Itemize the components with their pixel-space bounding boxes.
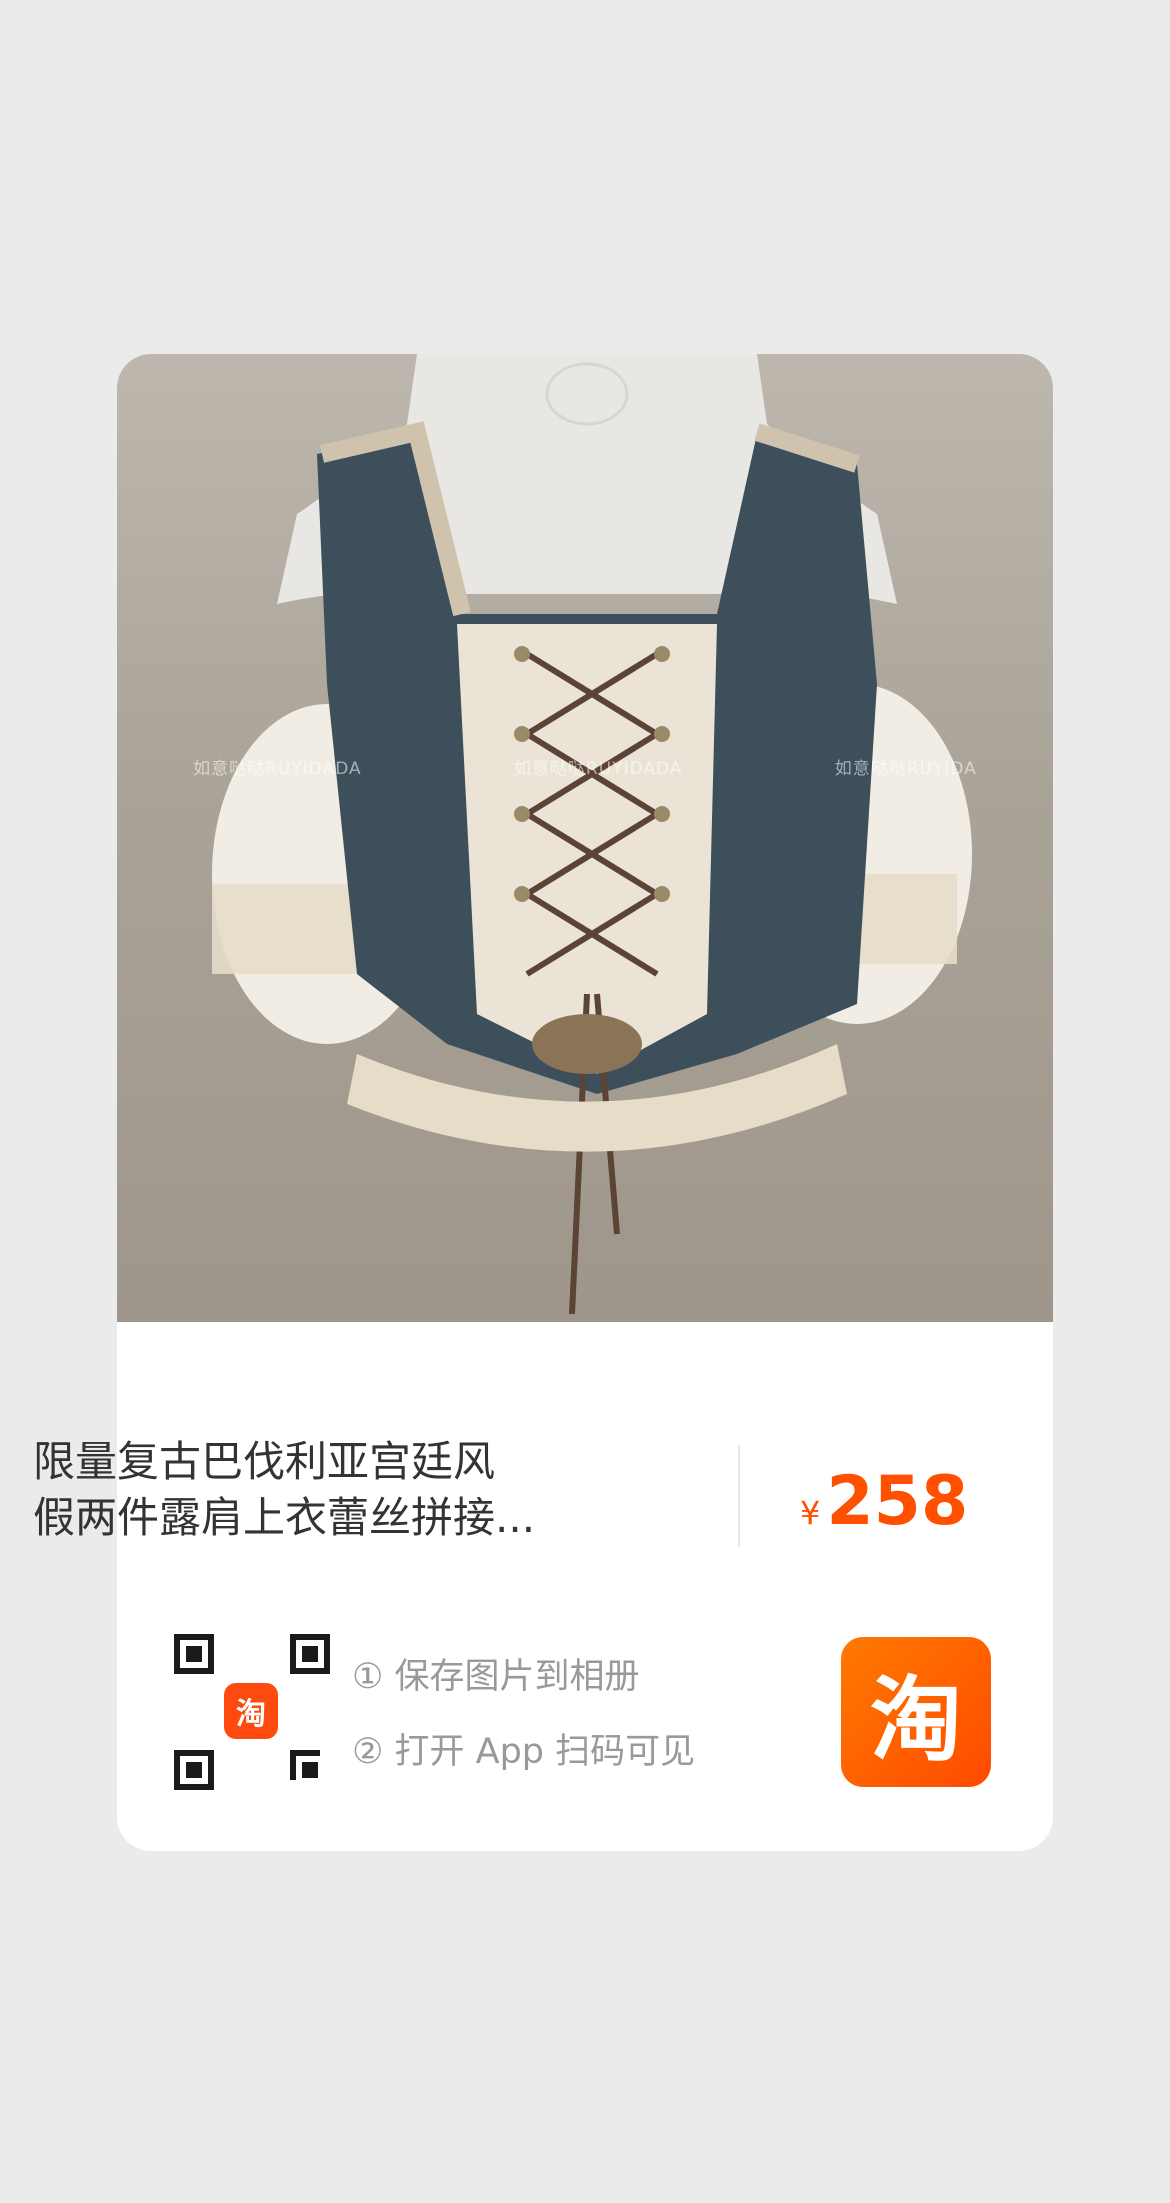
currency-symbol: ¥ (800, 1494, 821, 1532)
title-price-divider (738, 1445, 740, 1547)
product-title[interactable]: 限量复古巴伐利亚宫廷风 假两件露肩上衣蕾丝拼接... (33, 1434, 593, 1546)
instruction-step-1: ① 保存图片到相册 (352, 1657, 640, 1697)
product-price: ¥258 (800, 1462, 1040, 1541)
taobao-app-icon[interactable]: 淘 (841, 1637, 991, 1787)
product-title-line-2: 假两件露肩上衣蕾丝拼接... (33, 1493, 536, 1542)
photo-watermarks: 如意哒哒RUYIDADA 如意哒哒RUYIDADA 如意哒哒RUYIDA (117, 754, 1053, 779)
watermark-text: 如意哒哒RUYIDA (834, 759, 977, 779)
product-title-line-1: 限量复古巴伐利亚宫廷风 (33, 1437, 496, 1486)
qr-finder-pattern (174, 1750, 214, 1790)
qr-finder-pattern (174, 1634, 214, 1674)
qr-finder-pattern (290, 1750, 324, 1784)
qr-code[interactable]: 淘 (174, 1634, 330, 1790)
product-photo[interactable]: 如意哒哒RUYIDADA 如意哒哒RUYIDADA 如意哒哒RUYIDA (117, 354, 1053, 1322)
product-photo-illustration (212, 354, 972, 1315)
qr-finder-pattern (290, 1634, 330, 1674)
taobao-badge-icon: 淘 (224, 1683, 278, 1739)
price-amount: 258 (826, 1462, 969, 1541)
watermark-text: 如意哒哒RUYIDADA (513, 759, 683, 779)
instruction-step-2: ② 打开 App 扫码可见 (352, 1732, 696, 1772)
watermark-text: 如意哒哒RUYIDADA (193, 759, 362, 779)
